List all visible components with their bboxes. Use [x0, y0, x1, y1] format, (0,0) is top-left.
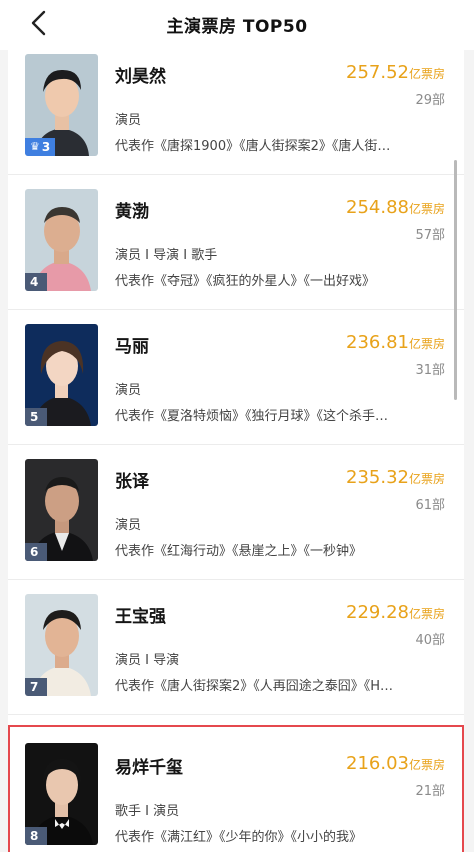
actor-card[interactable]: ♛ 3 刘昊然 257.52亿票房 29部 演员 代表作《唐探1900》《唐人街探…	[8, 40, 464, 175]
film-count: 57部	[415, 228, 445, 243]
box-office: 236.81亿票房	[346, 332, 445, 353]
actor-card-highlighted[interactable]: 8 易烊千玺 216.03亿票房 21部 歌手 I 演员 代表作《满江红》《少年…	[8, 725, 464, 852]
actor-name: 马丽	[115, 337, 149, 357]
actor-card[interactable]: 5 马丽 236.81亿票房 31部 演员 代表作《夏洛特烦恼》《独行月球》《这…	[8, 310, 464, 445]
roles: 演员 I 导演	[115, 653, 180, 668]
crown-icon: ♛	[30, 140, 40, 153]
actor-card[interactable]: 6 张译 235.32亿票房 61部 演员 代表作《红海行动》《悬崖之上》《一秒…	[8, 445, 464, 580]
representative-works: 代表作《夺冠》《疯狂的外星人》《一出好戏》	[115, 274, 376, 289]
actor-card[interactable]: 7 王宝强 229.28亿票房 40部 演员 I 导演 代表作《唐人街探案2》《…	[8, 580, 464, 715]
representative-works: 代表作《满江红》《少年的你》《小小的我》	[115, 830, 363, 845]
film-count: 61部	[415, 498, 445, 513]
box-office: 254.88亿票房	[346, 197, 445, 218]
actor-list: ♛ 3 刘昊然 257.52亿票房 29部 演员 代表作《唐探1900》《唐人街探…	[8, 40, 464, 852]
representative-works: 代表作《唐探1900》《唐人街探案2》《唐人街…	[115, 139, 391, 154]
right-edge	[464, 0, 474, 852]
roles: 演员	[115, 518, 142, 533]
film-count: 31部	[415, 363, 445, 378]
film-count: 29部	[415, 93, 445, 108]
actor-card[interactable]: 4 黄渤 254.88亿票房 57部 演员 I 导演 I 歌手 代表作《夺冠》《…	[8, 175, 464, 310]
representative-works: 代表作《夏洛特烦恼》《独行月球》《这个杀手…	[115, 409, 389, 424]
scrollbar[interactable]	[454, 160, 457, 400]
avatar: 6	[25, 459, 98, 561]
screen: 主演票房 TOP50 ♛ 3 刘昊然 257.52亿票房 29部 演员 代表作《唐…	[0, 0, 474, 852]
avatar: 7	[25, 594, 98, 696]
actor-name: 刘昊然	[115, 67, 166, 87]
rank-badge: ♛ 3	[25, 138, 56, 156]
box-office: 235.32亿票房	[346, 467, 445, 488]
roles: 歌手 I 演员	[115, 804, 180, 819]
rank-badge: 5	[25, 408, 47, 426]
avatar: 4	[25, 189, 98, 291]
avatar: ♛ 3	[25, 54, 98, 156]
actor-name: 黄渤	[115, 202, 149, 222]
rank-badge: 8	[25, 827, 47, 845]
actor-name: 易烊千玺	[115, 758, 183, 778]
box-office: 257.52亿票房	[346, 62, 445, 83]
roles: 演员	[115, 383, 142, 398]
film-count: 21部	[415, 784, 445, 799]
rank-badge: 4	[25, 273, 47, 291]
representative-works: 代表作《红海行动》《悬崖之上》《一秒钟》	[115, 544, 363, 559]
box-office: 229.28亿票房	[346, 602, 445, 623]
representative-works: 代表作《唐人街探案2》《人再囧途之泰囧》《H…	[115, 679, 394, 694]
rank-badge: 7	[25, 678, 47, 696]
page-title: 主演票房 TOP50	[166, 17, 308, 37]
actor-name: 王宝强	[115, 607, 166, 627]
rank-badge: 6	[25, 543, 47, 561]
film-count: 40部	[415, 633, 445, 648]
avatar: 5	[25, 324, 98, 426]
actor-name: 张译	[115, 472, 149, 492]
box-office: 216.03亿票房	[346, 753, 445, 774]
avatar: 8	[25, 743, 98, 845]
roles: 演员 I 导演 I 歌手	[115, 248, 218, 263]
roles: 演员	[115, 113, 142, 128]
left-edge	[0, 0, 8, 852]
